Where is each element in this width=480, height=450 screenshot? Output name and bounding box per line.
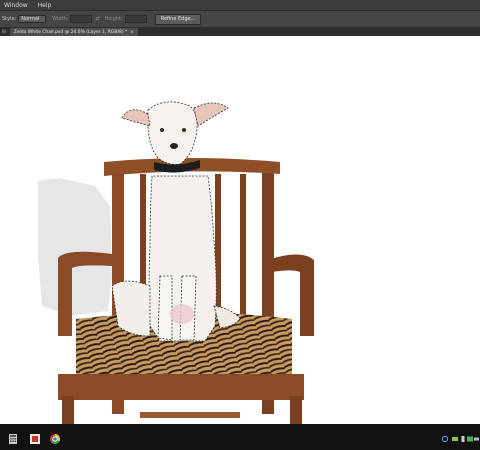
- menu-help[interactable]: Help: [38, 2, 52, 9]
- browser-icon[interactable]: [50, 434, 60, 444]
- swap-icon[interactable]: ⇄: [92, 16, 102, 22]
- photo-image: [38, 101, 314, 424]
- height-field[interactable]: [124, 15, 147, 23]
- style-select[interactable]: Normal: [18, 15, 47, 23]
- style-label: Style:: [2, 16, 17, 22]
- chair-apron: [58, 374, 304, 400]
- document-tab-bar: 8) Zelda White Chair.psd @ 24.6% (Layer …: [0, 27, 480, 36]
- width-label: Width:: [52, 16, 69, 22]
- network-icon[interactable]: [442, 436, 448, 442]
- tab-active-document[interactable]: Zelda White Chair.psd @ 24.6% (Layer 1, …: [9, 28, 139, 36]
- tab-previous[interactable]: 8): [0, 28, 7, 36]
- background-remnant: [38, 178, 112, 316]
- menu-bar: Window Help: [0, 0, 480, 10]
- height-label: Height:: [104, 16, 123, 22]
- width-field[interactable]: [70, 15, 93, 23]
- photoshop-icon[interactable]: [30, 434, 40, 444]
- tablet-icon[interactable]: [467, 436, 473, 442]
- phone-icon[interactable]: [460, 436, 466, 442]
- battery-icon[interactable]: [474, 436, 480, 442]
- tab-title: Zelda White Chair.psd @ 24.6% (Layer 1, …: [13, 29, 128, 35]
- options-bar: Style: Normal Width: ⇄ Height: Refine Ed…: [0, 10, 480, 28]
- display-icon[interactable]: [452, 436, 458, 442]
- taskbar: [0, 424, 480, 450]
- document-canvas[interactable]: [0, 36, 480, 424]
- calculator-icon[interactable]: [8, 434, 18, 444]
- dog-nose: [170, 143, 178, 149]
- menu-window[interactable]: Window: [4, 2, 28, 9]
- close-tab-icon[interactable]: ×: [130, 30, 134, 35]
- refine-edge-button[interactable]: Refine Edge...: [154, 13, 202, 25]
